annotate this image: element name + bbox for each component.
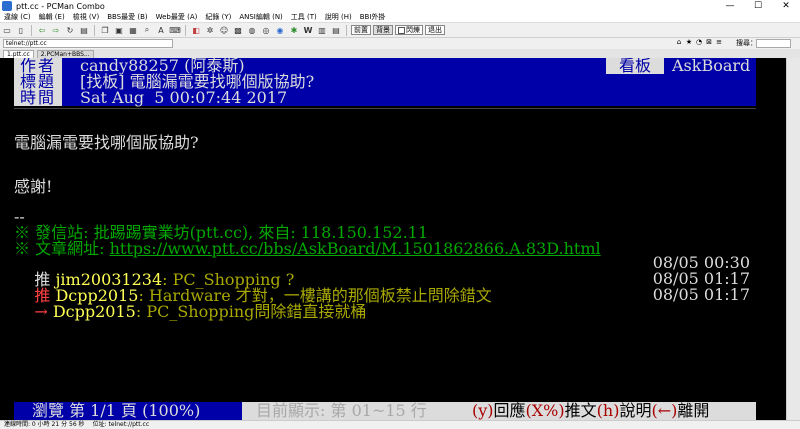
menu-ansi-edit[interactable]: ANSI編輯 (N) bbox=[235, 12, 286, 22]
tab-list-icon[interactable]: ≡ bbox=[714, 38, 724, 46]
search-label: 搜尋： bbox=[736, 39, 757, 47]
wikipedia-icon[interactable]: W bbox=[302, 25, 314, 36]
push-key: (X%) bbox=[525, 401, 565, 420]
blink-toggle[interactable]: 閃爍 bbox=[395, 25, 423, 35]
app-icon bbox=[2, 1, 12, 11]
menu-bbi-plugin[interactable]: BBI外掛 bbox=[356, 12, 390, 22]
maximize-button[interactable]: ☐ bbox=[744, 0, 772, 12]
font-icon[interactable]: A bbox=[155, 25, 167, 36]
ansi-icon[interactable]: ▩ bbox=[232, 25, 244, 36]
chat-icon[interactable]: ◎ bbox=[260, 25, 272, 36]
tab-ptt[interactable]: 1.ptt.cc bbox=[3, 50, 34, 58]
addressbook-icon[interactable]: ◧ bbox=[190, 25, 202, 36]
terminal-scrollbar[interactable] bbox=[786, 58, 800, 420]
toolbar-divider bbox=[31, 24, 32, 36]
copy-icon[interactable]: ❐ bbox=[99, 25, 111, 36]
toolbar: ▭ ▯ ⇦ ⇨ ↻ ▤ ❐ ▣ ▦ ⌕ A ⌨ ◧ ✲ ☺ ▩ ◍ ◎ ◉ ✱ … bbox=[0, 23, 800, 38]
push-hint: 推文 bbox=[564, 401, 597, 420]
bbs-terminal[interactable]: 作者 candy88257 (阿泰斯) 看板 AskBoard 標題 [找板] … bbox=[0, 58, 786, 420]
reply-hint: 回應 bbox=[493, 401, 526, 420]
news-icon[interactable]: ▤ bbox=[330, 25, 342, 36]
leave-hint: 離開 bbox=[677, 401, 710, 420]
blink-label: 閃爍 bbox=[406, 25, 420, 34]
keyboard-icon[interactable]: ⌨ bbox=[169, 25, 181, 36]
tab-bar: 1.ptt.cc 2.PCMan+BBS... bbox=[0, 49, 800, 58]
blink-checkbox[interactable] bbox=[398, 26, 405, 34]
article-status-line: 瀏覽 第 1/1 頁 (100%) 目前顯示: 第 01~15 行 (y)回應(… bbox=[14, 402, 756, 420]
display-range: 目前顯示: 第 01~15 行 bbox=[242, 402, 472, 420]
push-row: → Dcpp2015: PC_Shopping問除錯直接就桶 08/05 01:… bbox=[14, 285, 774, 320]
paste-icon[interactable]: ▣ bbox=[113, 25, 125, 36]
select-all-icon[interactable]: ▦ bbox=[127, 25, 139, 36]
forward-arrow-icon[interactable]: ⇨ bbox=[50, 25, 62, 36]
push-time: 08/05 01:17 bbox=[652, 285, 750, 304]
header-divider bbox=[14, 108, 756, 110]
lock-icon[interactable]: ◍ bbox=[246, 25, 258, 36]
leave-key: (←) bbox=[651, 401, 678, 420]
star-icon[interactable]: ✱ bbox=[288, 25, 300, 36]
connect-icon[interactable]: ▭ bbox=[1, 25, 13, 36]
menu-bar: 違線 (C) 編輯 (E) 檢視 (V) BBS最愛 (B) Web最愛 (A)… bbox=[0, 12, 800, 23]
body-line-thanks: 感謝! bbox=[14, 177, 53, 196]
address-input[interactable]: telnet://ptt.cc bbox=[3, 39, 173, 48]
close-button[interactable]: ✕ bbox=[772, 0, 800, 12]
new-page-icon[interactable]: ▯ bbox=[15, 25, 27, 36]
menu-tools[interactable]: 工具 (T) bbox=[287, 12, 321, 22]
connection-address: 位址: telnet://ptt.cc bbox=[92, 421, 150, 428]
help-key: (h) bbox=[596, 401, 620, 420]
board-label: 看板 bbox=[606, 58, 664, 74]
menu-web-favorites[interactable]: Web最愛 (A) bbox=[152, 12, 202, 22]
menu-help[interactable]: 說明 (H) bbox=[321, 12, 356, 22]
time-value: Sat Aug 5 00:07:44 2017 bbox=[80, 88, 288, 107]
push-text: : PC_Shopping問除錯直接就桶 bbox=[135, 302, 367, 321]
favorite-icon[interactable]: ★ bbox=[684, 38, 694, 46]
history-icon[interactable]: ◔ bbox=[694, 38, 704, 46]
window-title: ptt.cc - PCMan Combo bbox=[16, 1, 105, 11]
background-color-button[interactable]: 背景 bbox=[373, 25, 393, 35]
settings-icon[interactable]: ✲ bbox=[204, 25, 216, 36]
toolbar-divider bbox=[94, 24, 95, 36]
title-bar: ptt.cc - PCMan Combo — ☐ ✕ bbox=[0, 0, 800, 12]
image-icon[interactable]: ▥ bbox=[316, 25, 328, 36]
menu-edit[interactable]: 編輯 (E) bbox=[35, 12, 69, 22]
find-icon[interactable]: ⌕ bbox=[141, 25, 153, 36]
reply-key: (y) bbox=[472, 401, 494, 420]
tab-close-icon[interactable]: ⊠ bbox=[704, 38, 714, 46]
address-icons: ⌂ ★ ◔ ⊠ ≡ bbox=[674, 38, 724, 46]
menu-view[interactable]: 檢視 (V) bbox=[69, 12, 103, 22]
user-icon[interactable]: ☺ bbox=[218, 25, 230, 36]
push-tag: → bbox=[34, 302, 48, 321]
toolbar-divider bbox=[185, 24, 186, 36]
front-color-button[interactable]: 前置 bbox=[351, 25, 371, 35]
board-name: AskBoard bbox=[672, 58, 751, 75]
reload-icon[interactable]: ↻ bbox=[64, 25, 76, 36]
search-input[interactable] bbox=[756, 39, 791, 48]
menu-connect[interactable]: 違線 (C) bbox=[0, 12, 35, 22]
browse-status: 瀏覽 第 1/1 頁 (100%) bbox=[14, 402, 242, 420]
help-hint: 說明 bbox=[619, 401, 652, 420]
time-label: 時間 bbox=[14, 90, 62, 106]
tab-pcman[interactable]: 2.PCMan+BBS... bbox=[36, 50, 94, 58]
key-hints: (y)回應(X%)推文(h)說明(←)離開 bbox=[472, 402, 756, 420]
exit-select[interactable]: 退出 bbox=[425, 25, 445, 35]
connection-time: 連線時間: 0 小時 21 分 56 秒 bbox=[4, 421, 85, 428]
toolbar-divider bbox=[346, 24, 347, 36]
earth-icon[interactable]: ◉ bbox=[274, 25, 286, 36]
address-bar: telnet://ptt.cc ⌂ ★ ◔ ⊠ ≡ 搜尋： bbox=[0, 38, 800, 49]
home-icon[interactable]: ⌂ bbox=[674, 38, 684, 46]
back-arrow-icon[interactable]: ⇦ bbox=[36, 25, 48, 36]
menu-bbs-favorites[interactable]: BBS最愛 (B) bbox=[103, 12, 151, 22]
minimize-button[interactable]: — bbox=[716, 0, 744, 12]
push-user: Dcpp2015 bbox=[52, 302, 136, 321]
status-bar: 連線時間: 0 小時 21 分 56 秒 位址: telnet://ptt.cc bbox=[0, 420, 800, 429]
print-icon[interactable]: ▤ bbox=[78, 25, 90, 36]
menu-log[interactable]: 紀錄 (Y) bbox=[201, 12, 235, 22]
body-line-question: 電腦漏電要找哪個版協助? bbox=[14, 133, 199, 152]
